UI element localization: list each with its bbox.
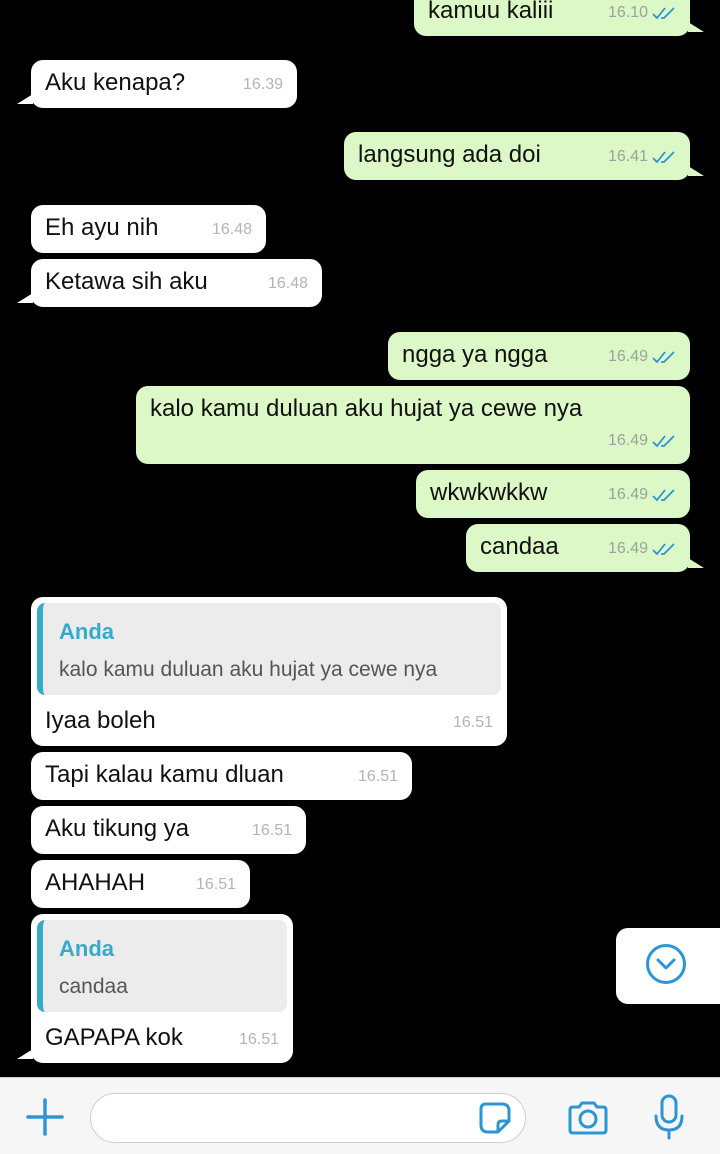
message-text: Ketawa sih aku [45, 268, 208, 295]
quoted-sender: Anda [59, 619, 114, 644]
message-time: 16.48 [211, 221, 252, 238]
message-text: GAPAPA kok [45, 1024, 183, 1051]
message-meta: 16.10 [608, 0, 676, 28]
message-text: Tapi kalau kamu dluan [45, 761, 284, 788]
message-meta: 16.49 [608, 426, 676, 456]
message-bubble-incoming-reply[interactable]: Anda kalo kamu duluan aku hujat ya cewe … [31, 597, 507, 746]
read-ticks-icon [652, 543, 675, 556]
message-bubble-outgoing[interactable]: ngga ya ngga 16.49 [388, 332, 690, 380]
message-time: 16.41 [607, 148, 648, 165]
plus-icon[interactable] [26, 1098, 64, 1136]
read-ticks-icon [652, 151, 675, 164]
composer-bar [0, 1077, 720, 1154]
message-bubble-incoming-reply[interactable]: Anda candaa GAPAPA kok 16.51 [17, 914, 293, 1063]
message-time: 16.51 [452, 714, 493, 731]
message-text: kalo kamu duluan aku hujat ya cewe nya [150, 395, 583, 422]
message-time: 16.51 [238, 1031, 279, 1048]
message-text: langsung ada doi [358, 141, 541, 168]
message-text: AHAHAH [45, 869, 146, 896]
message-meta: 16.49 [608, 534, 676, 564]
read-ticks-icon [652, 435, 675, 448]
message-meta: 16.51 [358, 762, 398, 792]
message-meta: 16.49 [608, 342, 676, 372]
message-text: candaa [480, 533, 559, 560]
message-bubble-outgoing[interactable]: kamuu kaliii 16.10 [414, 0, 704, 36]
message-time: 16.48 [267, 275, 308, 292]
read-ticks-icon [652, 7, 675, 20]
message-meta: 16.48 [268, 269, 308, 299]
message-bubble-incoming[interactable]: Aku tikung ya 16.51 [31, 806, 306, 854]
microphone-icon[interactable] [652, 1094, 686, 1142]
message-time: 16.10 [607, 4, 648, 21]
quoted-text: candaa [59, 975, 128, 998]
message-meta: 16.51 [196, 870, 236, 900]
quoted-message[interactable]: Anda kalo kamu duluan aku hujat ya cewe … [37, 603, 501, 695]
message-bubble-incoming[interactable]: Eh ayu nih 16.48 [31, 205, 266, 253]
message-bubble-incoming[interactable]: AHAHAH 16.51 [31, 860, 250, 908]
message-time: 16.51 [195, 876, 236, 893]
message-bubble-incoming[interactable]: Tapi kalau kamu dluan 16.51 [31, 752, 412, 800]
message-text: ngga ya ngga [402, 341, 548, 368]
message-text: Iyaa boleh [45, 707, 156, 734]
message-meta: 16.48 [212, 215, 252, 245]
message-text: wkwkwkkw [430, 479, 548, 506]
message-time: 16.49 [607, 540, 648, 557]
sticker-icon[interactable] [478, 1101, 512, 1135]
message-meta: 16.51 [239, 1025, 279, 1055]
message-time: 16.49 [607, 348, 648, 365]
message-bubble-incoming[interactable]: Ketawa sih aku 16.48 [17, 259, 322, 307]
message-input[interactable] [90, 1093, 526, 1143]
message-bubble-outgoing[interactable]: candaa 16.49 [466, 524, 704, 572]
message-text: Eh ayu nih [45, 214, 159, 241]
camera-icon[interactable] [566, 1100, 610, 1136]
message-meta: 16.51 [252, 816, 292, 846]
read-ticks-icon [652, 351, 675, 364]
message-bubble-outgoing[interactable]: langsung ada doi 16.41 [344, 132, 704, 180]
message-meta: 16.51 [453, 708, 493, 738]
read-ticks-icon [652, 489, 675, 502]
quoted-sender: Anda [59, 936, 114, 961]
message-text: kamuu kaliii [428, 0, 554, 24]
message-time: 16.49 [607, 432, 648, 449]
scroll-to-bottom-button[interactable] [616, 928, 720, 1004]
message-bubble-incoming[interactable]: Aku kenapa? 16.39 [17, 60, 297, 108]
chat-area: kamuu kaliii 16.10 Aku kenapa? 16.39 lan… [0, 0, 720, 1077]
message-time: 16.49 [607, 486, 648, 503]
quoted-text: kalo kamu duluan aku hujat ya cewe nya [59, 658, 438, 681]
message-text: Aku tikung ya [45, 815, 190, 842]
message-meta: 16.49 [608, 480, 676, 510]
message-time: 16.51 [251, 822, 292, 839]
message-time: 16.51 [357, 768, 398, 785]
message-meta: 16.41 [608, 142, 676, 172]
chevron-down-icon [646, 944, 686, 984]
message-text: Aku kenapa? [45, 69, 186, 96]
message-time: 16.39 [242, 76, 283, 93]
quoted-message[interactable]: Anda candaa [37, 920, 287, 1012]
message-meta: 16.39 [243, 70, 283, 100]
message-bubble-outgoing[interactable]: kalo kamu duluan aku hujat ya cewe nya 1… [136, 386, 690, 464]
message-bubble-outgoing[interactable]: wkwkwkkw 16.49 [416, 470, 690, 518]
